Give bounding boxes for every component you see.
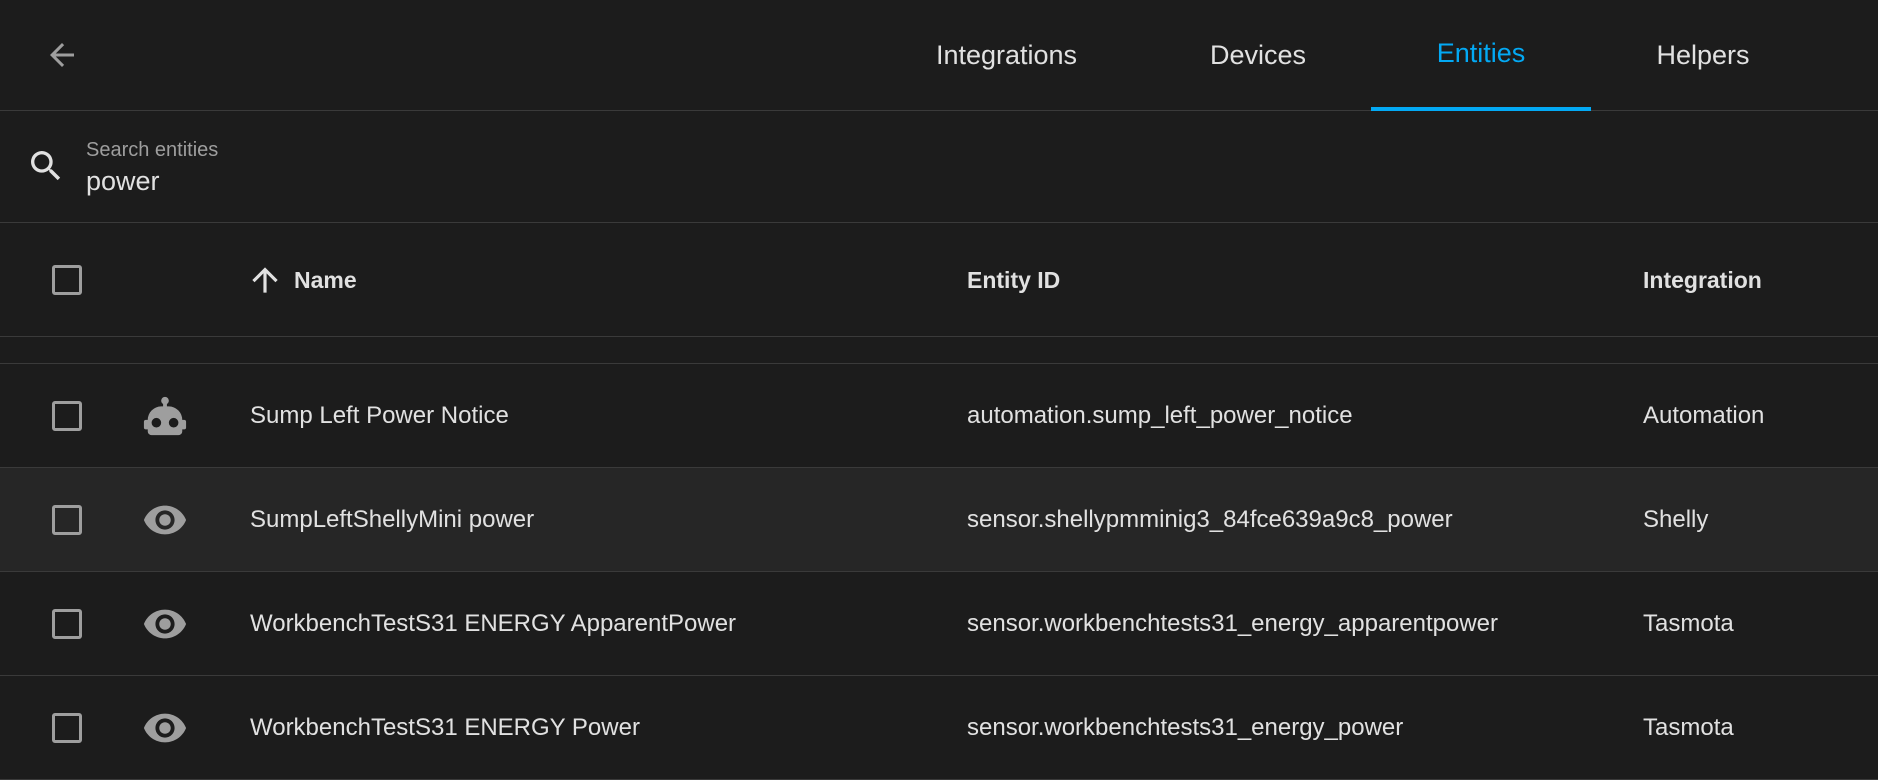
entity-id-column-header[interactable]: Entity ID <box>967 223 1060 337</box>
search-input[interactable]: power <box>86 166 160 197</box>
table-spacer <box>0 337 1878 364</box>
tab-helpers[interactable]: Helpers <box>1620 0 1786 111</box>
back-button[interactable] <box>40 33 84 77</box>
search-icon <box>31 151 61 181</box>
name-header-label: Name <box>294 266 357 293</box>
tab-devices[interactable]: Devices <box>1170 0 1346 111</box>
table-row[interactable]: SumpLeftShellyMini power sensor.shellypm… <box>0 468 1878 572</box>
tab-entities[interactable]: Entities <box>1371 0 1591 111</box>
row-integration: Automation <box>1643 402 1765 429</box>
search-label: Search entities <box>86 139 219 161</box>
table-row[interactable]: Sump Left Power Notice automation.sump_l… <box>0 364 1878 468</box>
eye-icon <box>143 505 187 535</box>
eye-icon <box>143 713 187 743</box>
entity-id-header-label: Entity ID <box>967 266 1061 293</box>
row-checkbox[interactable] <box>52 401 82 431</box>
tab-helpers-label: Helpers <box>1656 40 1750 70</box>
name-column-header[interactable]: Name <box>246 223 357 337</box>
tab-integrations-label: Integrations <box>935 40 1078 70</box>
select-all-checkbox[interactable] <box>52 265 82 295</box>
row-name: Sump Left Power Notice <box>250 402 509 429</box>
eye-icon <box>143 609 187 639</box>
row-integration: Shelly <box>1643 506 1709 533</box>
top-app-bar: Integrations Devices Entities Helpers <box>0 0 1878 111</box>
integration-column-header[interactable]: Integration <box>1643 223 1762 337</box>
robot-icon <box>143 396 187 436</box>
row-integration: Tasmota <box>1643 714 1734 741</box>
arrow-up-icon <box>252 267 278 293</box>
row-checkbox[interactable] <box>52 713 82 743</box>
row-entity-id: sensor.workbenchtests31_energy_power <box>967 714 1404 741</box>
table-header: Name Entity ID Integration <box>0 223 1878 337</box>
row-name: WorkbenchTestS31 ENERGY Power <box>250 714 640 741</box>
row-integration: Tasmota <box>1643 610 1734 637</box>
tab-entities-label: Entities <box>1436 38 1526 68</box>
arrow-left-icon <box>50 43 74 67</box>
integration-header-label: Integration <box>1643 266 1762 293</box>
table-row[interactable]: WorkbenchTestS31 ENERGY ApparentPower se… <box>0 572 1878 676</box>
row-checkbox[interactable] <box>52 609 82 639</box>
row-entity-id: sensor.shellypmminig3_84fce639a9c8_power <box>967 506 1453 533</box>
row-entity-id: automation.sump_left_power_notice <box>967 402 1353 429</box>
row-name: WorkbenchTestS31 ENERGY ApparentPower <box>250 610 737 637</box>
row-checkbox[interactable] <box>52 505 82 535</box>
row-name: SumpLeftShellyMini power <box>250 506 535 533</box>
search-field[interactable] <box>0 111 1878 223</box>
row-entity-id: sensor.workbenchtests31_energy_apparentp… <box>967 610 1499 637</box>
tab-devices-label: Devices <box>1209 40 1307 70</box>
table-row[interactable]: WorkbenchTestS31 ENERGY Power sensor.wor… <box>0 676 1878 780</box>
tab-integrations[interactable]: Integrations <box>910 0 1103 111</box>
